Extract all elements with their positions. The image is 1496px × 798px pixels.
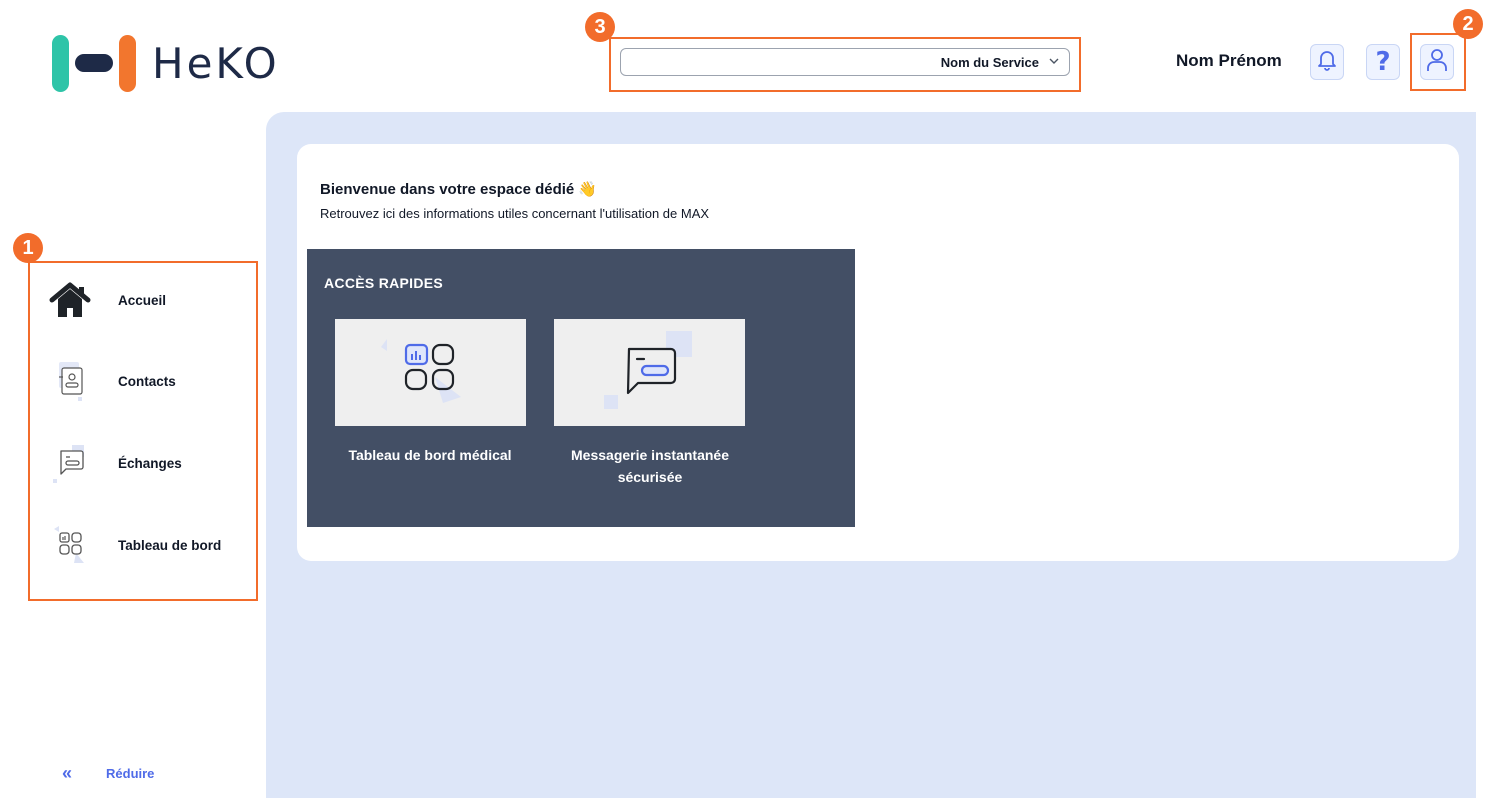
- sidebar-item-label: Échanges: [118, 455, 182, 471]
- app-logo[interactable]: HeKO: [52, 34, 280, 92]
- chevron-down-icon: [1049, 56, 1059, 68]
- logo-mark-navy: [75, 54, 113, 72]
- help-icon: ?: [1375, 47, 1391, 77]
- help-button[interactable]: ?: [1366, 44, 1400, 80]
- sidebar-item-label: Contacts: [118, 373, 176, 389]
- user-name: Nom Prénom: [1176, 51, 1282, 70]
- sidebar-item-echanges[interactable]: Échanges: [46, 439, 246, 487]
- annotation-badge-1: 1: [13, 233, 43, 263]
- sidebar-item-contacts[interactable]: Contacts: [46, 357, 246, 405]
- dashboard-icon: [335, 319, 526, 426]
- sidebar-item-label: Accueil: [118, 292, 167, 308]
- chat-icon: [554, 319, 745, 426]
- collapse-sidebar-button[interactable]: « Réduire: [62, 763, 154, 784]
- chat-icon: [46, 441, 94, 485]
- user-icon: [1425, 47, 1449, 78]
- quick-access-title: ACCÈS RAPIDES: [324, 275, 444, 291]
- sidebar-item-label: Tableau de bord: [118, 537, 222, 553]
- annotation-badge-2: 2: [1453, 9, 1483, 39]
- sidebar-item-tableau-de-bord[interactable]: Tableau de bord: [46, 521, 246, 569]
- service-select[interactable]: Nom du Service: [620, 48, 1070, 76]
- double-chevron-left-icon: «: [62, 763, 73, 783]
- logo-mark-teal: [52, 34, 69, 92]
- annotation-badge-3: 3: [585, 12, 615, 42]
- quick-tile-dashboard[interactable]: [335, 319, 526, 426]
- user-profile-button[interactable]: [1420, 44, 1454, 80]
- service-select-value: Nom du Service: [940, 54, 1039, 70]
- welcome-title: Bienvenue dans votre espace dédié 👋: [320, 181, 598, 198]
- sidebar-item-accueil[interactable]: Accueil: [46, 276, 246, 324]
- logo-text: HeKO: [152, 38, 280, 88]
- quick-tile-label: Messagerie instantanée sécurisée: [571, 447, 729, 485]
- dashboard-icon: [46, 523, 94, 567]
- contact-card-icon: [46, 359, 94, 403]
- logo-mark-orange: [119, 34, 136, 92]
- quick-tile-label: Tableau de bord médical: [348, 447, 512, 463]
- bell-icon: [1316, 48, 1338, 77]
- home-icon: [46, 278, 94, 322]
- welcome-subtitle: Retrouvez ici des informations utiles co…: [320, 206, 710, 221]
- page: HeKO 3 Nom du Service Nom Prénom ? 2 1 A…: [0, 0, 1496, 798]
- quick-tile-messaging[interactable]: [554, 319, 745, 426]
- notifications-button[interactable]: [1310, 44, 1344, 80]
- collapse-sidebar-label: Réduire: [106, 766, 155, 781]
